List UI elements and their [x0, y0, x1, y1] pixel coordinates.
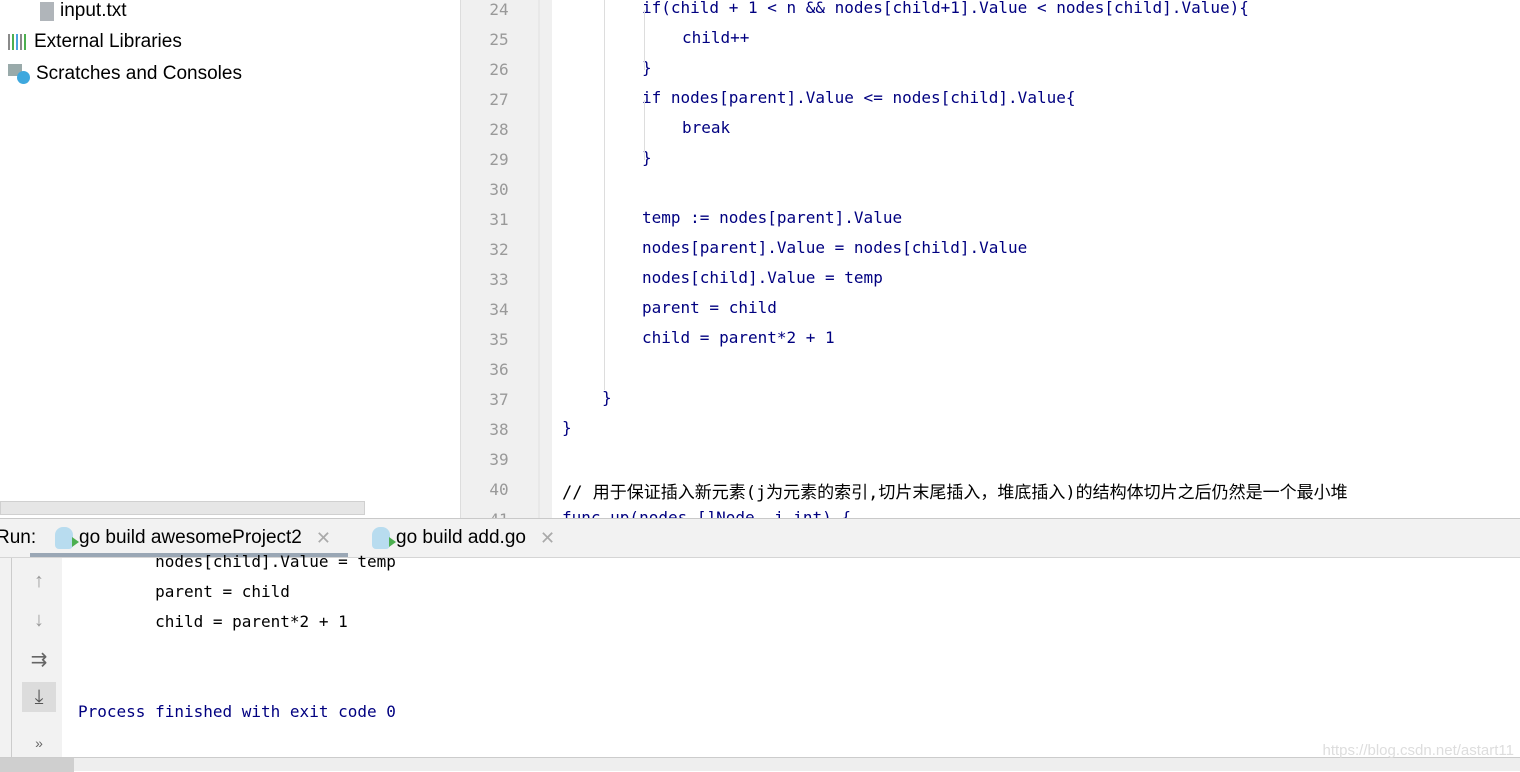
run-actions-strip — [0, 558, 12, 757]
run-tab-awesomeproject2[interactable]: go build awesomeProject2 ✕ — [55, 527, 331, 549]
soft-wrap-icon[interactable]: ⇉ — [22, 645, 56, 675]
line-number: 39 — [489, 450, 509, 469]
code-line: if(child + 1 < n && nodes[child+1].Value… — [642, 0, 1249, 17]
more-icon[interactable]: » — [22, 728, 56, 758]
project-panel: input.txt External Libraries Scratches a… — [0, 0, 460, 518]
arrow-up-icon[interactable]: ↑ — [22, 566, 56, 596]
run-label: Run: — [0, 527, 37, 548]
code-line: parent = child — [642, 298, 777, 317]
indent-guide — [644, 10, 645, 70]
status-bar — [0, 757, 1520, 772]
tree-item-input-txt[interactable]: input.txt — [40, 0, 127, 22]
code-line: nodes[parent].Value = nodes[child].Value — [642, 238, 1028, 257]
line-number: 35 — [489, 330, 509, 349]
console-line: parent = child — [78, 582, 290, 601]
code-line: } — [602, 388, 612, 407]
line-number: 38 — [489, 420, 509, 439]
line-number: 33 — [489, 270, 509, 289]
horizontal-scrollbar[interactable] — [0, 501, 365, 515]
close-icon[interactable]: ✕ — [540, 528, 555, 549]
close-icon[interactable]: ✕ — [316, 528, 331, 549]
code-line: nodes[child].Value = temp — [642, 268, 883, 287]
scratches-icon — [8, 64, 30, 84]
library-icon — [8, 34, 28, 50]
line-number: 29 — [489, 150, 509, 169]
line-number: 32 — [489, 240, 509, 259]
line-number: 34 — [489, 300, 509, 319]
code-line: } — [562, 418, 572, 437]
line-number: 31 — [489, 210, 509, 229]
code-editor[interactable] — [552, 0, 1520, 518]
indent-guide — [604, 0, 605, 390]
line-number: 25 — [489, 30, 509, 49]
code-line: break — [682, 118, 731, 137]
line-number: 30 — [489, 180, 509, 199]
run-tab-add-go[interactable]: go build add.go ✕ — [372, 527, 555, 549]
line-number: 36 — [489, 360, 509, 379]
code-line: temp := nodes[parent].Value — [642, 208, 903, 227]
go-gopher-icon — [372, 527, 396, 549]
line-number: 24 — [489, 0, 509, 19]
code-line: // 用于保证插入新元素(j为元素的索引,切片末尾插入，堆底插入)的结构体切片之… — [562, 483, 1348, 503]
line-number: 26 — [489, 60, 509, 79]
arrow-down-icon[interactable]: ↓ — [22, 605, 56, 635]
tree-item-external-libraries[interactable]: External Libraries — [8, 31, 182, 53]
code-line: child = parent*2 + 1 — [642, 328, 835, 347]
tree-item-scratches[interactable]: Scratches and Consoles — [8, 63, 242, 85]
line-number: 37 — [489, 390, 509, 409]
code-line: child++ — [682, 28, 750, 47]
code-line: if nodes[parent].Value <= nodes[child].V… — [642, 88, 1076, 107]
line-number: 40 — [489, 480, 509, 499]
line-number: 28 — [489, 120, 509, 139]
watermark: https://blog.csdn.net/astart11 — [1322, 742, 1514, 759]
scroll-to-end-icon[interactable]: ⤓ — [22, 682, 56, 712]
indent-guide — [644, 100, 645, 160]
go-gopher-icon — [55, 527, 79, 549]
console-line: nodes[child].Value = temp — [78, 552, 396, 571]
line-number: 27 — [489, 90, 509, 109]
text-file-icon — [40, 1, 54, 21]
fold-gutter — [538, 0, 540, 518]
console-line: child = parent*2 + 1 — [78, 612, 348, 631]
console-line: Process finished with exit code 0 — [78, 702, 396, 721]
